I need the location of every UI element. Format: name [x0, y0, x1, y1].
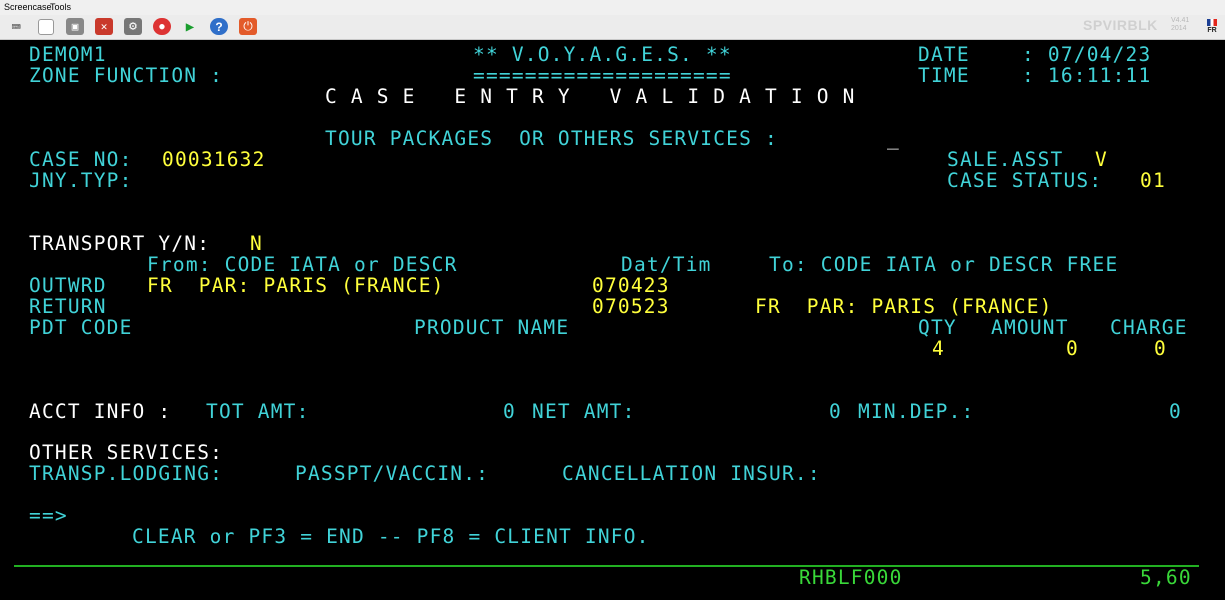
to-header: To: CODE IATA or DESCR FREE — [769, 253, 1119, 276]
settings-gear-icon[interactable]: ⚙ — [124, 18, 142, 35]
new-session-icon[interactable] — [38, 19, 54, 35]
transport-label: TRANSPORT Y/N: — [29, 232, 211, 255]
outward-from-value[interactable]: FR PAR: PARIS (FRANCE) — [147, 275, 445, 296]
terminal-screen[interactable]: DEMOM1 ** V.O.Y.A.G.E.S. ** DATE : 07/04… — [0, 40, 1225, 600]
tour-packages-input[interactable]: _ — [887, 128, 900, 149]
from-header: From: CODE IATA or DESCR — [147, 253, 458, 276]
app-title: ** V.O.Y.A.G.E.S. ** — [473, 43, 732, 66]
power-icon[interactable]: ⏻ — [239, 18, 257, 35]
acct-info-label: ACCT INFO : — [29, 400, 172, 423]
passpt-vaccin-label: PASSPT/VACCIN.: — [295, 462, 490, 485]
case-no-value[interactable]: 00031632 — [162, 149, 266, 170]
status-separator — [14, 565, 1199, 567]
charge-value[interactable]: 0 — [1154, 338, 1167, 359]
min-dep-label: MIN.DEP.: — [858, 400, 975, 423]
outward-date-value[interactable]: 070423 — [592, 275, 670, 296]
date-value: : 07/04/23 — [1022, 43, 1152, 66]
disconnect-icon[interactable]: ✕ — [95, 18, 113, 35]
version-year: 2014 — [1171, 25, 1187, 32]
sale-asst-value[interactable]: V — [1095, 149, 1108, 170]
product-name-header: PRODUCT NAME — [414, 316, 570, 339]
print-screen-icon[interactable]: ▣ — [66, 18, 84, 35]
toolbar: ⌨ ▣ ✕ ⚙ ● ▶ ? ⏻ — [0, 15, 1225, 40]
tot-amt-value: 0 — [503, 400, 516, 423]
cursor-position: 5,60 — [1140, 566, 1192, 589]
amount-value[interactable]: 0 — [1066, 338, 1079, 359]
date-label: DATE — [918, 43, 970, 66]
qty-value[interactable]: 4 — [932, 338, 945, 359]
system-id: DEMOM1 — [29, 43, 107, 66]
product-brand: SPVIRBLK — [1083, 17, 1158, 33]
play-icon[interactable]: ▶ — [181, 18, 199, 35]
outward-label: OUTWRD — [29, 274, 107, 297]
french-flag-icon — [1207, 19, 1217, 26]
zone-function-label: ZONE FUNCTION : — [29, 64, 224, 87]
menu-bar: Screencase Tools — [0, 0, 1225, 15]
sale-asst-label: SALE.ASST — [947, 148, 1064, 171]
charge-header: CHARGE — [1110, 316, 1188, 339]
time-label: TIME — [918, 64, 970, 87]
pdt-code-header: PDT CODE — [29, 316, 133, 339]
dattim-header: Dat/Tim — [621, 253, 712, 276]
transp-lodging-label: TRANSP.LODGING: — [29, 462, 224, 485]
help-line: CLEAR or PF3 = END -- PF8 = CLIENT INFO. — [132, 525, 650, 548]
tour-packages-prompt: TOUR PACKAGES OR OTHERS SERVICES : — [325, 127, 778, 150]
product-version: V4.41 2014 — [1171, 17, 1189, 33]
other-services-label: OTHER SERVICES: — [29, 441, 224, 464]
cancellation-insur-label: CANCELLATION INSUR.: — [562, 462, 821, 485]
menu-screencase[interactable]: Screencase — [4, 2, 52, 12]
version-number: V4.41 — [1171, 17, 1190, 24]
screen-title: C A S E E N T R Y V A L I D A T I O N — [325, 85, 856, 108]
command-prompt: ==> — [29, 504, 68, 527]
language-code: FR — [1207, 27, 1217, 34]
case-no-label: CASE NO: — [29, 148, 133, 171]
time-value: : 16:11:11 — [1022, 64, 1152, 87]
case-status-label: CASE STATUS: — [947, 169, 1103, 192]
amount-header: AMOUNT — [991, 316, 1069, 339]
net-amt-label: NET AMT: — [532, 400, 636, 423]
return-date-value[interactable]: 070523 — [592, 296, 670, 317]
keyboard-icon[interactable]: ⌨ — [5, 18, 27, 36]
jny-typ-label: JNY.TYP: — [29, 169, 133, 192]
min-dep-value: 0 — [1169, 400, 1182, 423]
net-amt-value: 0 — [829, 400, 842, 423]
title-underline: ==================== — [473, 64, 732, 87]
help-icon[interactable]: ? — [210, 18, 228, 35]
menu-tools[interactable]: Tools — [50, 2, 71, 12]
tot-amt-label: TOT AMT: — [206, 400, 310, 423]
status-program-name: RHBLF000 — [799, 566, 903, 589]
return-label: RETURN — [29, 295, 107, 318]
language-selector[interactable]: FR — [1205, 19, 1219, 34]
case-status-value[interactable]: 01 — [1140, 170, 1166, 191]
transport-value[interactable]: N — [250, 233, 263, 254]
return-to-value[interactable]: FR PAR: PARIS (FRANCE) — [755, 296, 1053, 317]
qty-header: QTY — [918, 316, 957, 339]
record-icon[interactable]: ● — [153, 18, 171, 35]
